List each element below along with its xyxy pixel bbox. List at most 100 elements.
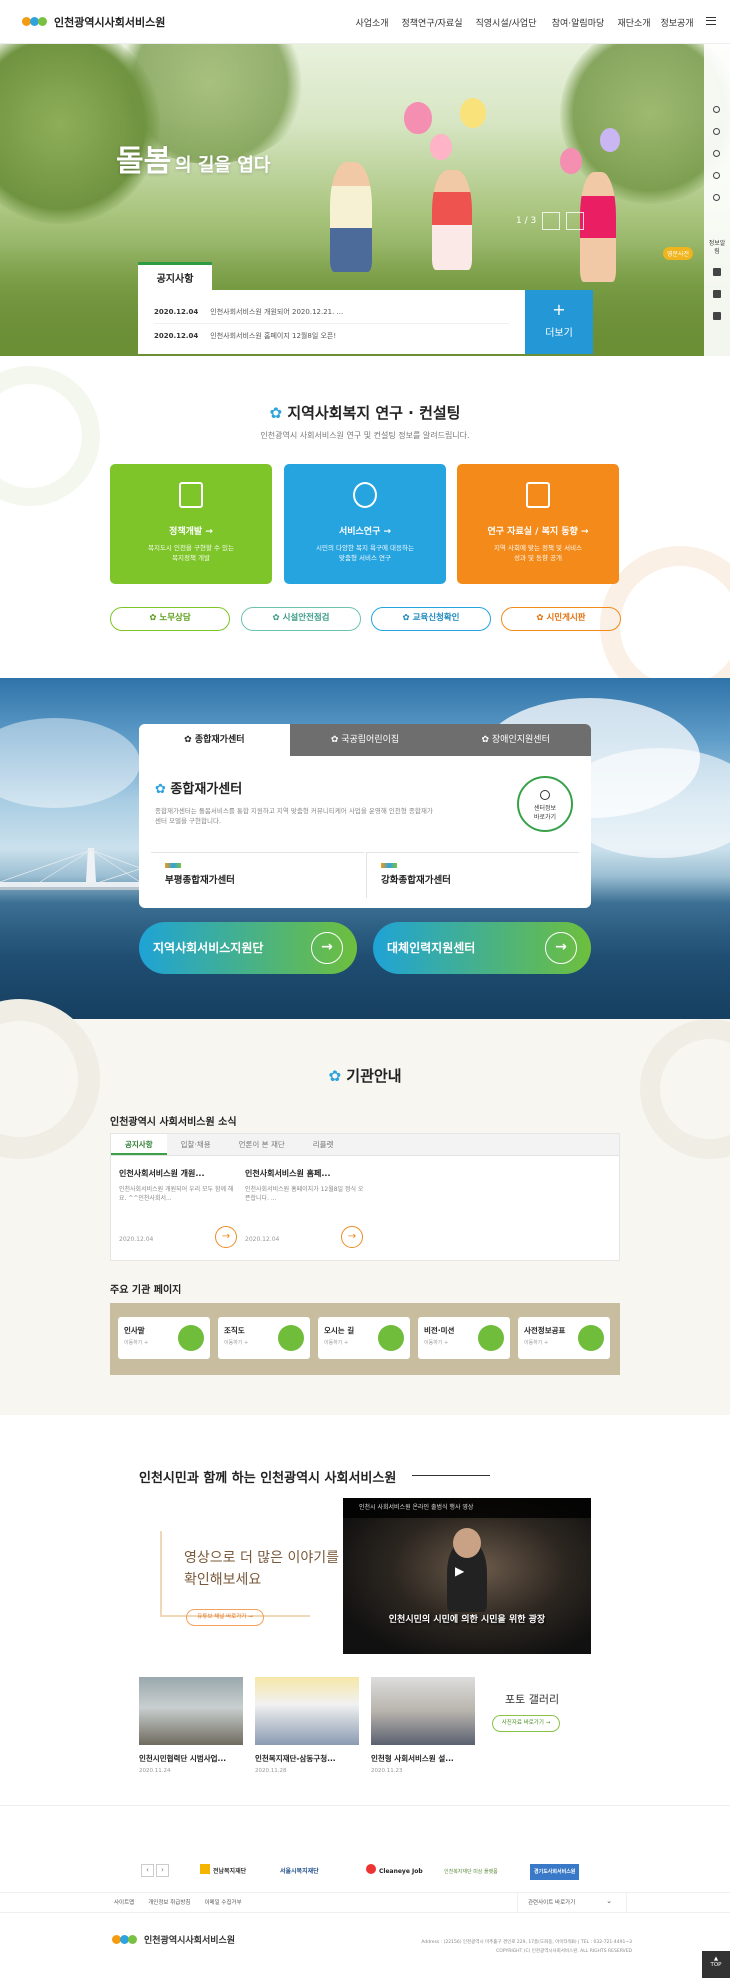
decorative-ring [640, 1019, 730, 1159]
nav-item-facilities[interactable]: 직영시설/사업단 [470, 16, 542, 29]
sitemap-link[interactable]: 사이트맵 [114, 1893, 134, 1913]
community-service-support-button[interactable]: 지역사회서비스지원단 → [139, 922, 357, 974]
partner-logo[interactable]: Cleaneye Job [366, 1864, 423, 1880]
privacy-policy-link[interactable]: 개인정보 취급방침 [148, 1893, 190, 1913]
tab-public-daycare[interactable]: ✿ 국공립어린이집 [289, 724, 441, 756]
partner-logo[interactable]: 인천복지재단 미상 플랫폼 [444, 1864, 498, 1880]
news-tabs: 공지사항 입찰·채용 언론이 본 재단 리플렛 [111, 1134, 619, 1156]
video-player[interactable]: 인천시 사회서비스원 온라인 출범식 행사 영상 ▶ 인천시민의 시민에 의한 … [343, 1498, 591, 1654]
card-desc: 시민의 다양한 복지 욕구에 대응하는 맞춤형 서비스 연구 [316, 544, 414, 562]
slide-pause-button[interactable] [542, 212, 561, 230]
slide-controls: 1 / 3 [516, 212, 585, 230]
arrow-right-icon[interactable]: → [215, 1226, 237, 1248]
tab-notice[interactable]: 공지사항 [111, 1134, 167, 1155]
pill-facility-safety[interactable]: ✿ 시설안전점검 [241, 607, 361, 631]
site-logo[interactable]: 인천광역시사회서비스원 [22, 14, 165, 30]
partner-logo[interactable]: 전남복지재단 [200, 1864, 246, 1880]
institution-section: ✿ 기관안내 인천광역시 사회서비스원 소식 공지사항 입찰·채용 언론이 본 … [0, 999, 730, 1415]
hamburger-menu-icon[interactable] [706, 17, 716, 25]
footer-address: Address : (22156) 인천광역시 미추홀구 경인로 229, 17… [421, 1940, 632, 1954]
gallery-item[interactable]: 인천형 사회서비스원 설... 2020.11.23 [371, 1677, 475, 1774]
tab-bid-recruit[interactable]: 입찰·채용 [167, 1134, 225, 1155]
partner-logo[interactable]: 서울시복지재단 [280, 1864, 319, 1880]
pill-citizen-board[interactable]: ✿ 시민게시판 [501, 607, 621, 631]
nav-item-business[interactable]: 사업소개 [350, 16, 394, 29]
sub-center-bupyeong[interactable]: 부평종합재가센터 [151, 852, 364, 898]
slide-dot[interactable] [713, 106, 720, 113]
slide-dot[interactable] [713, 150, 720, 157]
slide-dot[interactable] [713, 172, 720, 179]
card-service-research[interactable]: 서비스연구 → 시민의 다양한 복지 욕구에 대응하는 맞춤형 서비스 연구 [284, 464, 446, 584]
news-title: 인천광역시 사회서비스원 소식 [110, 1117, 237, 1128]
video-caption: 인천시민의 시민에 의한 시민을 위한 광장 [388, 1615, 546, 1625]
gallery-item[interactable]: 인천시민협력단 시범사업... 2020.11.24 [139, 1677, 243, 1774]
side-info-label[interactable]: 정보알림 [707, 240, 727, 256]
scroll-top-button[interactable]: ▲ TOP [702, 1951, 730, 1978]
photo-gallery-button[interactable]: 사진자료 바로가기 → [492, 1715, 560, 1732]
footer-site-name: 인천광역시사회서비스원 [144, 1936, 236, 1946]
blog-icon[interactable] [713, 268, 721, 276]
title-underline [412, 1475, 490, 1476]
youtube-icon[interactable] [713, 290, 721, 298]
slide-next-button[interactable] [566, 212, 585, 230]
nav-item-foundation[interactable]: 재단소개 [614, 16, 654, 29]
card-policy-development[interactable]: 정책개발 → 복지도시 인천을 구현할 수 있는 복지정책 개발 [110, 464, 272, 584]
news-item[interactable]: 인천사회서비스원 홈페... 인천사회서비스원 홈페이지가 12월8일 정식 오… [245, 1168, 365, 1254]
related-sites-select[interactable]: 관련사이트 바로가기 [517, 1891, 627, 1913]
child-figure [330, 162, 372, 272]
gallery-item[interactable]: 인천복지재단-삼동구청... 2020.11.28 [255, 1677, 359, 1774]
pill-education-apply[interactable]: ✿ 교육신청확인 [371, 607, 491, 631]
quick-side-rail: 정보알림 [704, 44, 730, 356]
partner-next-button[interactable]: › [156, 1864, 169, 1877]
card-desc: 복지도시 인천을 구현할 수 있는 복지정책 개발 [147, 544, 234, 562]
partner-prev-button[interactable]: ‹ [141, 1864, 154, 1877]
sub-center-ganghwa[interactable]: 강화종합재가센터 [366, 852, 579, 898]
research-title: ✿ 지역사회복지 연구 · 컨설팅 [269, 404, 461, 422]
document-icon [179, 482, 203, 508]
logo-mark-icon [381, 863, 397, 868]
link-organization[interactable]: 조직도 이동하기 + [218, 1317, 310, 1359]
bus-icon [378, 1325, 404, 1351]
site-name: 인천광역시사회서비스원 [54, 16, 166, 29]
tab-disability-center[interactable]: ✿ 장애인지원센터 [440, 724, 591, 756]
link-vision[interactable]: 비전·미션 이동하기 + [418, 1317, 510, 1359]
logo-mark-icon [165, 863, 181, 868]
nav-item-participation[interactable]: 참여·알림마당 [542, 16, 614, 29]
notice-tab[interactable]: 공지사항 [138, 262, 212, 290]
balloon [460, 98, 486, 128]
link-pre-disclosure[interactable]: 사전정보공표 이동하기 + [518, 1317, 610, 1359]
notice-title: 인천사회서비스원 개원되어 2020.12.21. ... [210, 307, 344, 316]
major-pages-strip: 인사말 이동하기 + 조직도 이동하기 + 오시는 길 이동하기 + 비전·미션 이동하… [110, 1303, 620, 1375]
notice-box: 공지사항 2020.12.04 인천사회서비스원 개원되어 2020.12.21… [138, 262, 593, 356]
play-icon[interactable]: ▶ [455, 1564, 464, 1578]
facebook-icon[interactable] [713, 312, 721, 320]
notice-more-button[interactable]: + 더보기 [525, 290, 593, 354]
notice-item[interactable]: 2020.12.04 인천사회서비스원 홈페이지 12월8일 오픈! [154, 324, 509, 348]
pill-labor-consult[interactable]: ✿ 노무상담 [110, 607, 230, 631]
center-info-link[interactable]: 센터정보 바로가기 [517, 776, 573, 832]
notice-item[interactable]: 2020.12.04 인천사회서비스원 개원되어 2020.12.21. ... [154, 300, 509, 324]
news-item[interactable]: 인천사회서비스원 개원... 인천사회서비스원 개원되어 우리 모두 함께 해요… [119, 1168, 239, 1254]
nav-item-research[interactable]: 정책연구/자료실 [394, 16, 470, 29]
arrow-right-icon[interactable]: → [341, 1226, 363, 1248]
center-description: 종합재가센터는 돌봄서비스를 통합 지원하고 지역 맞춤형 커뮤니티케어 사업을… [155, 807, 433, 825]
substitute-workforce-button[interactable]: 대체인력지원센터 → [373, 922, 591, 974]
slide-counter: 1 / 3 [516, 216, 537, 226]
youtube-channel-button[interactable]: 유튜브 채널 바로가기 → [186, 1609, 264, 1626]
link-greeting[interactable]: 인사말 이동하기 + [118, 1317, 210, 1359]
tab-leaflet[interactable]: 리플렛 [299, 1134, 348, 1155]
center-tabs: ✿ 종합재가센터 ✿ 국공립어린이집 ✿ 장애인지원센터 [139, 724, 591, 756]
balloon [430, 134, 452, 160]
gallery-photo [371, 1677, 475, 1745]
email-refusal-link[interactable]: 이메일 수집거부 [204, 1893, 241, 1913]
tab-press[interactable]: 언론이 본 재단 [225, 1134, 299, 1155]
slide-dot[interactable] [713, 128, 720, 135]
card-research-archive[interactable]: 연구 자료실 / 복지 동향 → 지역 사회에 맞는 정책 및 서비스 성과 및 … [457, 464, 619, 584]
notice-date: 2020.12.04 [154, 307, 199, 316]
slide-dot[interactable] [713, 194, 720, 201]
tab-home-care-center[interactable]: ✿ 종합재가센터 [139, 724, 290, 756]
link-directions[interactable]: 오시는 길 이동하기 + [318, 1317, 410, 1359]
research-section: ✿ 지역사회복지 연구 · 컨설팅 인천광역시 사회서비스원 연구 및 컨설팅 … [0, 356, 730, 706]
partner-logo[interactable]: 경기도사회서비스원 [530, 1864, 580, 1880]
nav-item-disclosure[interactable]: 정보공개 [654, 16, 700, 29]
